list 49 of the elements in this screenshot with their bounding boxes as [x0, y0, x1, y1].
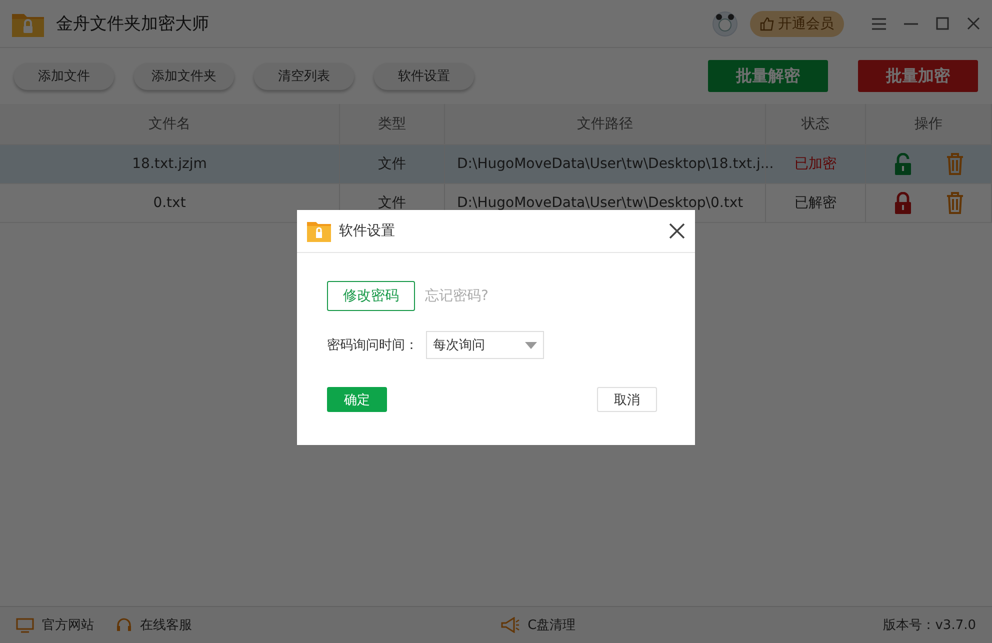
menu-icon[interactable] [872, 18, 886, 30]
maximize-icon[interactable] [936, 17, 949, 30]
file-name: 18.txt.jzjm [132, 156, 207, 172]
column-header: 类型 [378, 115, 406, 133]
column-header: 操作 [914, 115, 942, 133]
toolbar-button[interactable]: 清空列表 [254, 62, 354, 90]
support-link[interactable]: 在线客服 [140, 616, 192, 634]
file-status: 已加密 [794, 155, 836, 173]
file-type: 文件 [378, 155, 406, 173]
padlock-icon[interactable] [894, 192, 912, 214]
avatar-icon[interactable] [712, 10, 738, 36]
cancel-button[interactable]: 取消 [597, 387, 657, 412]
folder-lock-icon [307, 220, 331, 242]
column-header: 状态 [802, 115, 830, 133]
file-name: 0.txt [153, 195, 186, 211]
file-type: 文件 [378, 194, 406, 212]
change-password-tab[interactable]: 修改密码 [327, 281, 415, 311]
thumbs-up-icon [760, 16, 774, 30]
ok-button[interactable]: 确定 [327, 387, 387, 412]
dialog-title: 软件设置 [339, 222, 395, 240]
headset-icon [116, 617, 132, 633]
column-header: 文件路径 [577, 115, 633, 133]
toolbar-button[interactable]: 添加文件夹 [134, 62, 234, 90]
file-path: D:\HugoMoveData\User\tw\Desktop\18.txt.j... [457, 156, 774, 172]
monitor-icon [16, 618, 34, 632]
dropdown-value: 每次询问 [433, 337, 485, 354]
file-status: 已解密 [794, 194, 836, 212]
minimize-icon[interactable] [904, 22, 918, 24]
column-header: 文件名 [148, 115, 190, 133]
ask-time-dropdown[interactable]: 每次询问 [426, 331, 544, 359]
encrypt-all-button[interactable]: 批量加密 [858, 60, 978, 92]
unlocked-padlock-icon[interactable] [894, 153, 912, 175]
trash-icon[interactable] [946, 192, 964, 214]
megaphone-icon [500, 617, 520, 633]
vip-button[interactable]: 开通会员 [750, 10, 844, 36]
website-link[interactable]: 官方网站 [42, 616, 94, 634]
file-path: D:\HugoMoveData\User\tw\Desktop\0.txt [457, 195, 744, 211]
cleanup-link[interactable]: C盘清理 [528, 616, 576, 634]
version-text: 版本号：v3.7.0 [883, 617, 976, 634]
toolbar-button[interactable]: 软件设置 [374, 62, 474, 90]
file-row[interactable]: 18.txt.jzjm 文件 D:\HugoMoveData\User\tw\Desktop\18.txt.j... 已加密 [0, 145, 992, 184]
decrypt-all-button[interactable]: 批量解密 [708, 60, 828, 92]
dropdown-caret-icon [525, 342, 537, 348]
toolbar-button[interactable]: 添加文件 [14, 62, 114, 90]
window-title: 金舟文件夹加密大师 [56, 13, 209, 35]
ask-time-label: 密码询问时间： [327, 337, 418, 354]
close-icon[interactable] [669, 223, 685, 239]
trash-icon[interactable] [946, 153, 964, 175]
forgot-password-link[interactable]: 忘记密码? [425, 287, 488, 305]
